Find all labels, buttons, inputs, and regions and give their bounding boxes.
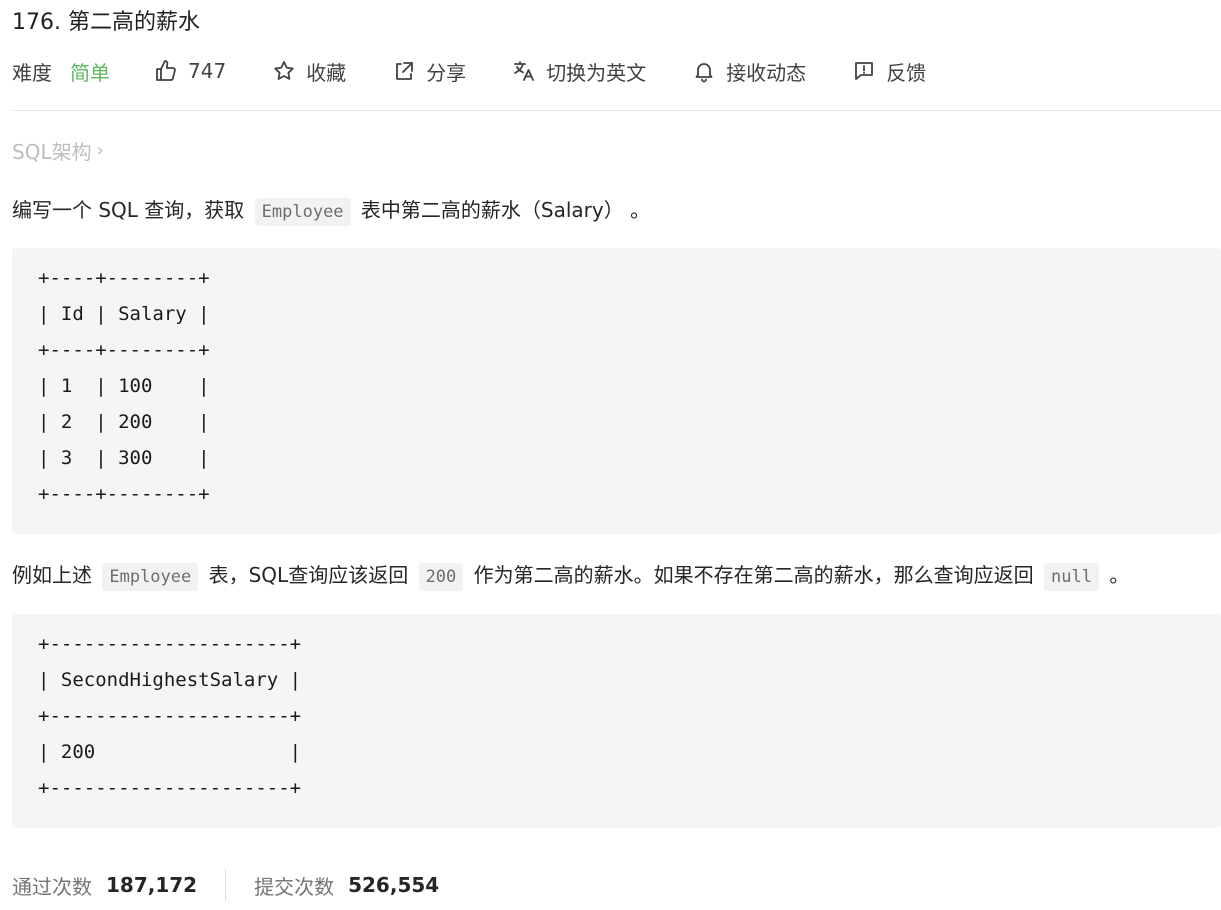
feedback-icon	[855, 62, 874, 80]
description-paragraph-2: 例如上述 Employee 表，SQL查询应该返回 200 作为第二高的薪水。如…	[12, 559, 1129, 593]
difficulty-value: 简单	[70, 60, 110, 85]
like-count: 747	[188, 59, 227, 83]
desc-text: 表，SQL查询应该返回	[208, 563, 409, 587]
desc-text: 编写一个 SQL 查询，获取	[12, 198, 245, 222]
submission-stats: 通过次数 187,172 提交次数 526,554	[12, 868, 439, 902]
inline-code-null: null	[1044, 563, 1099, 591]
desc-text: 作为第二高的薪水。如果不存在第二高的薪水，那么查询应返回	[473, 563, 1034, 587]
stats-divider	[225, 869, 227, 901]
like-button[interactable]: 747	[154, 59, 226, 83]
feedback-label: 反馈	[886, 60, 927, 85]
switch-language-button[interactable]: 切换为英文	[512, 57, 646, 86]
problem-page: 176. 第二高的薪水 难度 简单 747 收藏 分享 切换为英文 接收动态 反…	[0, 0, 1221, 910]
bell-icon	[695, 63, 713, 83]
accepted-count: 187,172	[106, 873, 198, 897]
desc-text: 表中第二高的薪水（Salary） 。	[360, 198, 651, 222]
problem-title: 176. 第二高的薪水	[12, 10, 200, 35]
subscribe-button[interactable]: 接收动态	[692, 57, 806, 86]
subscribe-label: 接收动态	[726, 60, 807, 85]
switch-language-label: 切换为英文	[546, 60, 647, 85]
breadcrumb-label: SQL架构	[12, 140, 92, 164]
desc-text: 例如上述	[12, 563, 92, 587]
accepted-label: 通过次数	[12, 874, 92, 899]
header-divider	[12, 110, 1221, 111]
inline-code-employee: Employee	[254, 198, 351, 226]
desc-text: 。	[1109, 563, 1130, 587]
favorite-button[interactable]: 收藏	[272, 57, 346, 86]
inline-code-employee: Employee	[102, 563, 199, 591]
share-button[interactable]: 分享	[392, 57, 466, 86]
thumbs-up-icon	[156, 60, 176, 81]
submitted-label: 提交次数	[254, 874, 335, 899]
submitted-count: 526,554	[348, 873, 440, 897]
feedback-button[interactable]: 反馈	[852, 57, 926, 86]
share-icon	[396, 62, 414, 80]
translate-icon	[514, 61, 535, 81]
favorite-label: 收藏	[306, 60, 347, 85]
chevron-right-icon: ›	[96, 140, 104, 161]
inline-code-200: 200	[418, 563, 464, 591]
description-paragraph-1: 编写一个 SQL 查询，获取 Employee 表中第二高的薪水（Salary）…	[12, 194, 650, 228]
meta-bar: 难度 简单 747 收藏 分享 切换为英文 接收动态 反馈	[12, 54, 926, 88]
star-icon	[274, 61, 294, 80]
breadcrumb[interactable]: SQL架构 ›	[12, 136, 104, 165]
example-table-result: +---------------------+ | SecondHighestS…	[12, 614, 1221, 828]
example-table-employee: +----+--------+ | Id | Salary | +----+--…	[12, 248, 1221, 534]
share-label: 分享	[426, 60, 467, 85]
difficulty-label: 难度	[12, 60, 52, 85]
